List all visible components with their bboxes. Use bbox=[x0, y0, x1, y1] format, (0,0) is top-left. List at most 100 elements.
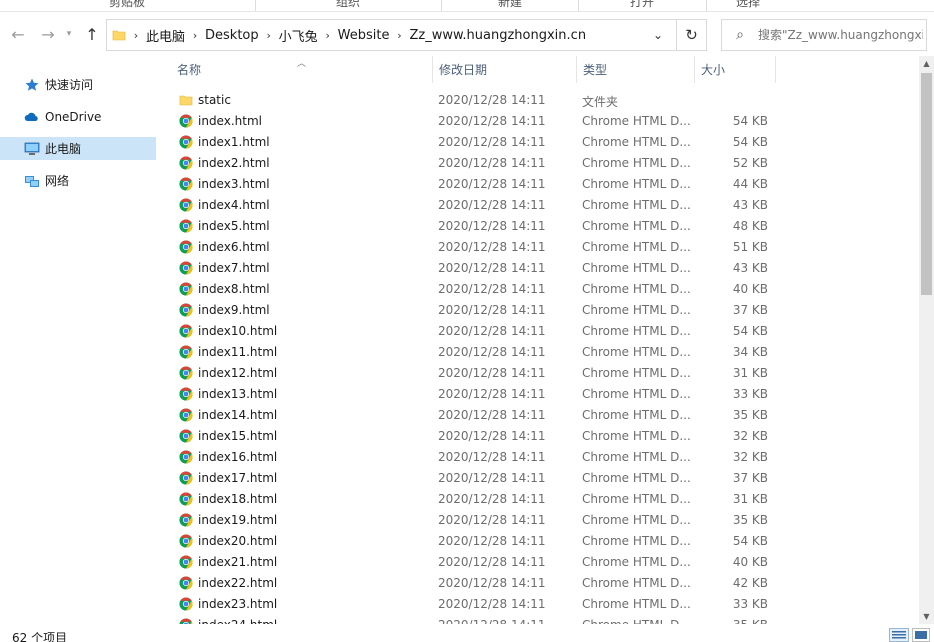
search-box[interactable]: ⌕ bbox=[721, 19, 927, 51]
file-type: 文件夹 bbox=[582, 95, 619, 109]
file-date: 2020/12/28 14:11 bbox=[438, 555, 546, 569]
file-date: 2020/12/28 14:11 bbox=[438, 198, 546, 212]
address-bar[interactable]: › 此电脑 › Desktop › 小飞兔 › Website › Zz_www… bbox=[106, 19, 707, 51]
scroll-thumb[interactable] bbox=[921, 73, 932, 295]
breadcrumb-current[interactable]: Zz_www.huangzhongxin.cn bbox=[409, 28, 586, 43]
breadcrumb-folder[interactable]: 小飞兔 bbox=[279, 26, 318, 45]
file-size: 40 KB bbox=[732, 282, 768, 296]
breadcrumb-desktop[interactable]: Desktop bbox=[205, 28, 259, 43]
arrow-up-icon: ↑ bbox=[85, 24, 99, 44]
details-view-button[interactable] bbox=[889, 628, 909, 642]
file-name: index4.html bbox=[198, 198, 270, 212]
table-row[interactable]: index23.html 2020/12/28 14:11 Chrome HTML … bbox=[160, 594, 920, 615]
sidebar-item-label: 此电脑 bbox=[45, 142, 82, 156]
sidebar-item-label: 网络 bbox=[45, 174, 70, 188]
table-row[interactable]: index2.html 2020/12/28 14:11 Chrome HTML D… bbox=[160, 153, 920, 174]
chevron-right-icon[interactable]: › bbox=[126, 29, 146, 42]
arrow-right-icon: → bbox=[41, 24, 55, 44]
table-row[interactable]: index16.html 2020/12/28 14:11 Chrome HTML … bbox=[160, 447, 920, 468]
file-date: 2020/12/28 14:11 bbox=[438, 219, 546, 233]
chrome-icon bbox=[179, 114, 193, 128]
table-row[interactable]: index5.html 2020/12/28 14:11 Chrome HTML D… bbox=[160, 216, 920, 237]
refresh-button[interactable]: ↻ bbox=[676, 20, 706, 50]
file-type: Chrome HTML D... bbox=[582, 219, 691, 233]
column-header-name[interactable]: 名称 bbox=[171, 56, 433, 83]
table-row[interactable]: index21.html 2020/12/28 14:11 Chrome HTML … bbox=[160, 552, 920, 573]
scroll-down-arrow-icon[interactable]: ▼ bbox=[919, 609, 934, 624]
large-icons-view-button[interactable] bbox=[912, 628, 930, 642]
table-row[interactable]: index18.html 2020/12/28 14:11 Chrome HTML … bbox=[160, 489, 920, 510]
file-date: 2020/12/28 14:11 bbox=[438, 324, 546, 338]
file-date: 2020/12/28 14:11 bbox=[438, 93, 546, 107]
navigation-bar: ← → ▾ ↑ › 此电脑 › Desktop › 小飞兔 › Website … bbox=[0, 12, 934, 56]
cloud-icon bbox=[24, 112, 38, 121]
column-header-date[interactable]: 修改日期 bbox=[433, 56, 577, 83]
table-row[interactable]: index12.html 2020/12/28 14:11 Chrome HTML … bbox=[160, 363, 920, 384]
file-name: index9.html bbox=[198, 303, 270, 317]
scroll-up-arrow-icon[interactable]: ▲ bbox=[919, 56, 934, 71]
table-row[interactable]: static 2020/12/28 14:11 文件夹 bbox=[160, 90, 920, 111]
table-row[interactable]: index15.html 2020/12/28 14:11 Chrome HTML … bbox=[160, 426, 920, 447]
file-type: Chrome HTML D... bbox=[582, 429, 691, 443]
table-row[interactable]: index7.html 2020/12/28 14:11 Chrome HTML D… bbox=[160, 258, 920, 279]
table-row[interactable]: index6.html 2020/12/28 14:11 Chrome HTML D… bbox=[160, 237, 920, 258]
recent-locations-button[interactable]: ▾ bbox=[62, 22, 76, 46]
file-size: 37 KB bbox=[732, 471, 768, 485]
file-date: 2020/12/28 14:11 bbox=[438, 492, 546, 506]
table-row[interactable]: index4.html 2020/12/28 14:11 Chrome HTML D… bbox=[160, 195, 920, 216]
table-row[interactable]: index9.html 2020/12/28 14:11 Chrome HTML D… bbox=[160, 300, 920, 321]
forward-button[interactable]: → bbox=[38, 22, 58, 46]
chevron-right-icon[interactable]: › bbox=[259, 29, 279, 42]
table-row[interactable]: index24.html2020/12/28 14:11Chrome HTML … bbox=[160, 615, 920, 624]
file-date: 2020/12/28 14:11 bbox=[438, 471, 546, 485]
file-date: 2020/12/28 14:11 bbox=[438, 156, 546, 170]
table-row[interactable]: index8.html 2020/12/28 14:11 Chrome HTML D… bbox=[160, 279, 920, 300]
back-button[interactable]: ← bbox=[8, 22, 28, 46]
file-type: Chrome HTML D... bbox=[582, 324, 691, 338]
sidebar-item-this-pc[interactable]: 此电脑 bbox=[0, 137, 156, 160]
folder-icon bbox=[179, 95, 193, 106]
file-type: Chrome HTML D... bbox=[582, 366, 691, 380]
sidebar-item-network[interactable]: 网络 bbox=[0, 169, 156, 192]
chevron-right-icon[interactable]: › bbox=[318, 29, 338, 42]
sidebar-item-onedrive[interactable]: OneDrive bbox=[0, 105, 156, 128]
chevron-right-icon[interactable]: › bbox=[389, 29, 409, 42]
table-row[interactable]: index19.html 2020/12/28 14:11 Chrome HTML … bbox=[160, 510, 920, 531]
file-name: index19.html bbox=[198, 513, 278, 527]
table-row[interactable]: index13.html 2020/12/28 14:11 Chrome HTML … bbox=[160, 384, 920, 405]
table-row[interactable]: index3.html 2020/12/28 14:11 Chrome HTML D… bbox=[160, 174, 920, 195]
table-row[interactable]: index10.html 2020/12/28 14:11 Chrome HTML … bbox=[160, 321, 920, 342]
ribbon-divider bbox=[441, 0, 442, 11]
chrome-icon bbox=[179, 597, 193, 611]
ribbon-divider bbox=[255, 0, 256, 11]
chrome-icon bbox=[179, 156, 193, 170]
table-row[interactable]: index20.html 2020/12/28 14:11 Chrome HTML … bbox=[160, 531, 920, 552]
item-count: 62 个项目 bbox=[12, 631, 68, 642]
chrome-icon bbox=[179, 513, 193, 527]
file-size: 54 KB bbox=[732, 534, 768, 548]
file-type: Chrome HTML D... bbox=[582, 177, 691, 191]
table-row[interactable]: index1.html 2020/12/28 14:11 Chrome HTML D… bbox=[160, 132, 920, 153]
breadcrumb-website[interactable]: Website bbox=[338, 28, 390, 43]
chevron-right-icon[interactable]: › bbox=[185, 29, 205, 42]
column-header-type[interactable]: 类型 bbox=[577, 56, 695, 83]
file-date: 2020/12/28 14:11 bbox=[438, 366, 546, 380]
table-row[interactable]: index.html 2020/12/28 14:11 Chrome HTML D.… bbox=[160, 111, 920, 132]
vertical-scrollbar[interactable]: ▲ ▼ bbox=[919, 56, 934, 624]
breadcrumb-this-pc[interactable]: 此电脑 bbox=[146, 26, 185, 45]
table-row[interactable]: index17.html 2020/12/28 14:11 Chrome HTML … bbox=[160, 468, 920, 489]
file-name: index15.html bbox=[198, 429, 278, 443]
file-type: Chrome HTML D... bbox=[582, 303, 691, 317]
file-name: index.html bbox=[198, 114, 262, 128]
search-input[interactable] bbox=[758, 28, 923, 42]
sidebar-item-quick-access[interactable]: 快速访问 bbox=[0, 73, 156, 96]
table-row[interactable]: index22.html 2020/12/28 14:11 Chrome HTML … bbox=[160, 573, 920, 594]
address-dropdown-button[interactable]: ⌄ bbox=[648, 20, 668, 50]
file-name: index16.html bbox=[198, 450, 278, 464]
table-row[interactable]: index11.html 2020/12/28 14:11 Chrome HTML … bbox=[160, 342, 920, 363]
up-button[interactable]: ↑ bbox=[82, 22, 102, 46]
file-size: 32 KB bbox=[732, 450, 768, 464]
column-header-size[interactable]: 大小 bbox=[695, 56, 776, 83]
file-type: Chrome HTML D... bbox=[582, 387, 691, 401]
table-row[interactable]: index14.html 2020/12/28 14:11 Chrome HTML … bbox=[160, 405, 920, 426]
